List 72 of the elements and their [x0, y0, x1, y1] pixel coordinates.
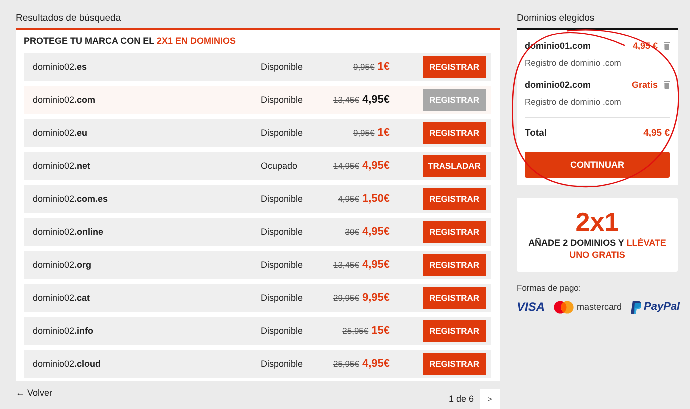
price: 1€ — [378, 127, 390, 139]
old-price: 25,95€ — [342, 326, 369, 336]
register-button[interactable]: REGISTRAR — [423, 221, 486, 243]
old-price: 14,95€ — [333, 161, 360, 171]
price: 15€ — [372, 325, 390, 337]
domain-name: dominio02.eu — [33, 128, 89, 138]
price: 4,95€ — [362, 226, 390, 238]
mastercard-logo: mastercard — [577, 302, 622, 312]
availability-status: Disponible — [261, 62, 304, 72]
availability-status: Disponible — [261, 227, 304, 237]
back-link[interactable]: ← Volver — [16, 385, 53, 398]
circles-icon — [554, 300, 574, 314]
p-icon — [631, 300, 642, 314]
domain-name: dominio02.cat — [33, 293, 92, 303]
old-price: 13,45€ — [333, 260, 360, 270]
availability-status: Disponible — [261, 359, 304, 369]
price: 1€ — [378, 61, 390, 73]
item-description: Registro de dominio .com — [525, 58, 622, 68]
availability-status: Disponible — [261, 293, 304, 303]
register-button[interactable]: REGISTRAR — [423, 353, 486, 375]
section-title: Resultados de búsqueda — [16, 12, 122, 26]
price: 4,95€ — [362, 358, 390, 370]
promo-text: AÑADE 2 DOMINIOS Y LLÉVATE UNO GRATIS — [528, 238, 668, 262]
price: 4,95€ — [362, 94, 390, 106]
domain-name: dominio02.net — [33, 161, 92, 171]
old-price: 29,95€ — [333, 293, 360, 303]
domain-name: dominio02.com — [33, 95, 97, 105]
availability-status: Disponible — [261, 128, 304, 138]
old-price: 9,95€ — [353, 62, 375, 72]
paypal-logo: PayPal — [644, 301, 680, 313]
old-price: 30€ — [345, 227, 360, 237]
trash-icon[interactable] — [664, 81, 670, 89]
old-price: 13,45€ — [333, 95, 360, 105]
continue-button[interactable]: CONTINUAR — [525, 152, 670, 178]
price: 1,50€ — [362, 193, 390, 205]
register-button[interactable]: REGISTRAR — [423, 56, 486, 78]
availability-status: Ocupado — [261, 161, 299, 171]
domain-name: dominio02.online — [33, 227, 105, 237]
availability-status: Disponible — [261, 95, 304, 105]
item-price: Gratis — [632, 80, 658, 90]
register-button[interactable]: REGISTRAR — [423, 287, 486, 309]
register-button[interactable]: TRASLADAR — [423, 155, 486, 177]
domain-name: dominio02.org — [33, 260, 93, 270]
total-label: Total — [525, 128, 547, 139]
next-page-button[interactable]: > — [480, 389, 500, 409]
domain-name: dominio02.es — [33, 62, 88, 72]
page-indicator: 1 de 6 — [448, 394, 474, 404]
domain-name: dominio02.cloud — [33, 359, 102, 369]
old-price: 4,95€ — [338, 194, 360, 204]
price: 4,95€ — [362, 160, 390, 172]
price: 4,95€ — [362, 259, 390, 271]
promo-heading: PROTEGE TU MARCA CON EL 2X1 EN DOMINIOS — [24, 36, 238, 48]
total-amount: 4,95 € — [644, 128, 670, 139]
item-name: dominio02.com — [525, 80, 592, 90]
price: 9,95€ — [362, 292, 390, 304]
availability-status: Disponible — [261, 194, 304, 204]
visa-logo: VISA — [517, 300, 546, 314]
item-description: Registro de dominio .com — [525, 97, 622, 107]
register-button[interactable]: REGISTRAR — [423, 254, 486, 276]
register-button[interactable]: REGISTRAR — [423, 320, 486, 342]
promo-headline: 2x1 — [576, 208, 620, 235]
trash-icon[interactable] — [664, 42, 670, 50]
availability-status: Disponible — [261, 260, 304, 270]
register-button[interactable]: REGISTRAR — [423, 188, 486, 210]
payment-label: Formas de pago: — [517, 283, 582, 293]
availability-status: Disponible — [261, 326, 304, 336]
domain-name: dominio02.info — [33, 326, 95, 336]
section-title: Dominios elegidos — [517, 12, 596, 26]
old-price: 9,95€ — [353, 128, 375, 138]
old-price: 25,95€ — [333, 359, 360, 369]
register-button[interactable]: REGISTRAR — [423, 122, 486, 144]
domain-name: dominio02.com.es — [33, 194, 110, 204]
